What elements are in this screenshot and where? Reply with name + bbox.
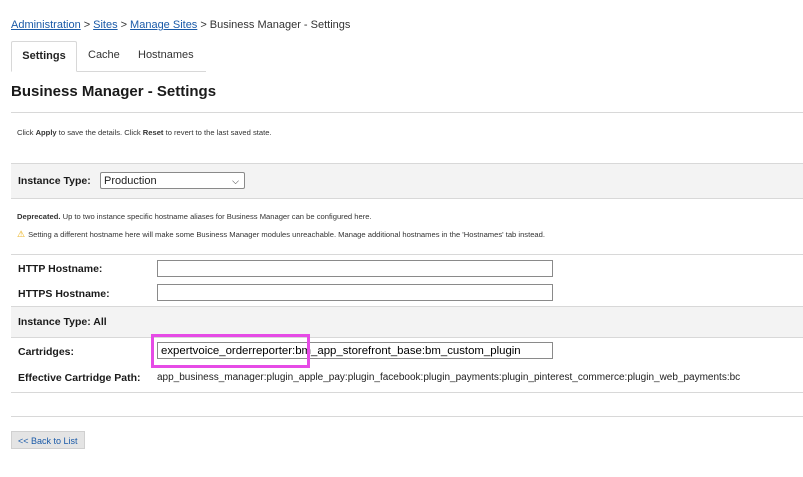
divider	[11, 254, 803, 255]
divider	[11, 112, 803, 113]
effective-path-value: app_business_manager:plugin_apple_pay:pl…	[157, 372, 741, 383]
http-hostname-input[interactable]	[157, 260, 553, 277]
info-text-pre: Click	[17, 128, 36, 137]
instance-type-select[interactable]: Production ⌵	[100, 172, 245, 189]
back-to-list-button[interactable]: << Back to List	[11, 431, 85, 449]
warning-body: Setting a different hostname here will m…	[28, 230, 545, 239]
instance-type-selected: Production	[104, 175, 157, 187]
info-text-mid: to save the details. Click	[56, 128, 143, 137]
breadcrumb-separator: >	[120, 19, 128, 31]
instance-type-all-section	[11, 306, 803, 338]
deprecated-body: Up to two instance specific hostname ali…	[60, 212, 372, 221]
breadcrumb-current: Business Manager - Settings	[209, 19, 351, 31]
effective-path-label: Effective Cartridge Path:	[18, 372, 141, 384]
warning-text: ⚠ Setting a different hostname here will …	[17, 229, 545, 240]
divider	[11, 392, 803, 393]
breadcrumb-administration-link[interactable]: Administration	[11, 19, 81, 31]
deprecated-text: Deprecated. Up to two instance specific …	[17, 212, 372, 221]
breadcrumb-separator: >	[200, 19, 207, 31]
deprecated-bold: Deprecated.	[17, 212, 61, 221]
info-text-apply: Apply	[35, 128, 57, 137]
tab-cache[interactable]: Cache	[88, 41, 120, 70]
chevron-down-icon: ⌵	[232, 176, 239, 186]
https-hostname-input[interactable]	[157, 284, 553, 301]
breadcrumb-manage-sites-link[interactable]: Manage Sites	[130, 19, 197, 31]
breadcrumb: Administration > Sites > Manage Sites > Busine…	[11, 19, 350, 31]
tab-bar: Settings Cache Hostnames	[11, 41, 206, 72]
breadcrumb-sites-link[interactable]: Sites	[93, 19, 117, 31]
divider	[11, 416, 803, 417]
instance-type-label: Instance Type:	[18, 175, 91, 187]
breadcrumb-separator: >	[83, 19, 91, 31]
http-hostname-label: HTTP Hostname:	[18, 263, 103, 275]
instance-type-all-label: Instance Type: All	[18, 316, 107, 328]
info-text-reset: Reset	[142, 128, 164, 137]
info-text-post: to revert to the last saved state.	[163, 128, 272, 137]
tab-hostnames[interactable]: Hostnames	[138, 41, 194, 70]
cartridges-label: Cartridges:	[18, 346, 75, 358]
warning-icon: ⚠	[17, 229, 26, 239]
info-text: Click Apply to save the details. Click R…	[17, 128, 272, 137]
https-hostname-label: HTTPS Hostname:	[18, 288, 110, 300]
tab-settings[interactable]: Settings	[11, 41, 77, 72]
page-title: Business Manager - Settings	[11, 83, 217, 100]
cartridges-input[interactable]	[157, 342, 553, 359]
